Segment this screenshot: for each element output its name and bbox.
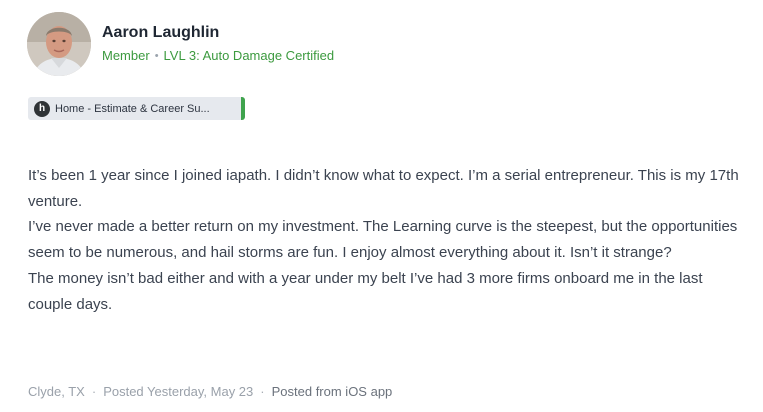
post-footer: Clyde, TX · Posted Yesterday, May 23 · Poste… xyxy=(28,384,392,399)
post-paragraph: I’ve never made a better return on my in… xyxy=(28,218,738,262)
group-chip-label: Home - Estimate & Career Su... xyxy=(55,102,210,115)
post-paragraph: The money isn’t bad either and with a ye… xyxy=(28,269,703,313)
author-role: Member xyxy=(102,48,150,63)
post-timestamp[interactable]: Posted Yesterday, May 23 xyxy=(103,384,253,399)
avatar-photo xyxy=(27,12,91,76)
footer-separator: · xyxy=(91,384,97,399)
post-card: Aaron Laughlin Member • LVL 3: Auto Damage… xyxy=(0,0,763,412)
author-meta: Member • LVL 3: Auto Damage Certified xyxy=(102,48,334,63)
post-location: Clyde, TX xyxy=(28,384,85,399)
group-chip[interactable]: h Home - Estimate & Career Su... xyxy=(28,97,245,120)
post-paragraph: It’s been 1 year since I joined iapath. … xyxy=(28,167,739,210)
author-level[interactable]: LVL 3: Auto Damage Certified xyxy=(164,48,335,63)
post-body: It’s been 1 year since I joined iapath. … xyxy=(28,163,740,317)
post-source: Posted from iOS app xyxy=(271,384,393,399)
meta-separator: • xyxy=(154,50,159,62)
group-logo-icon: h xyxy=(34,100,50,117)
author-name[interactable]: Aaron Laughlin xyxy=(102,24,219,42)
footer-separator: · xyxy=(260,384,265,399)
avatar[interactable] xyxy=(27,12,91,76)
